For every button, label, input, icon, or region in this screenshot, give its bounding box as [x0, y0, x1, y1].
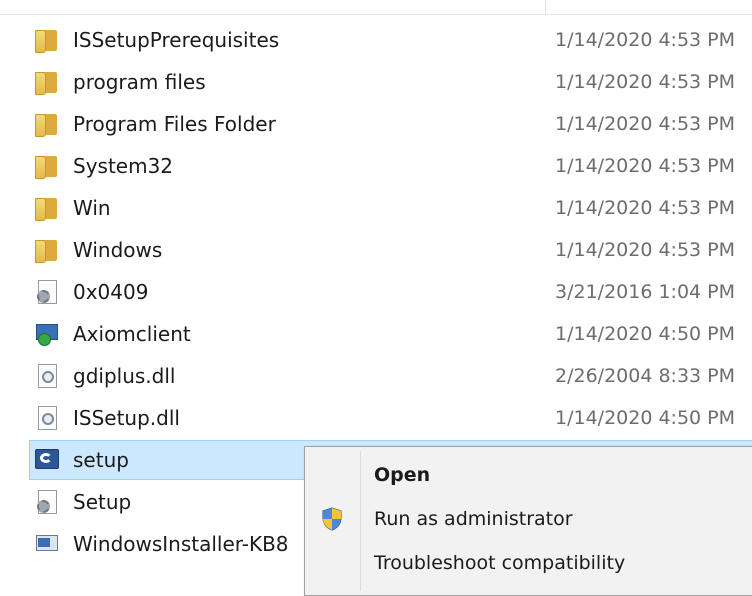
context-menu: Open Run as administrator Troubleshoot c…: [304, 446, 752, 596]
settings-file-icon: [35, 489, 61, 515]
file-date: 1/14/2020 4:53 PM: [555, 29, 736, 51]
file-name: Axiomclient: [73, 322, 191, 346]
menu-item-troubleshoot-compatibility[interactable]: Troubleshoot compatibility: [307, 543, 752, 583]
file-name: System32: [73, 154, 174, 178]
list-item[interactable]: Windows 1/14/2020 4:53 PM: [30, 230, 752, 270]
msu-file-icon: [35, 531, 61, 557]
list-item[interactable]: System32 1/14/2020 4:53 PM: [30, 146, 752, 186]
list-item[interactable]: Program Files Folder 1/14/2020 4:53 PM: [30, 104, 752, 144]
file-name: Program Files Folder: [73, 112, 276, 136]
file-date: 3/21/2016 1:04 PM: [555, 281, 736, 303]
file-name: ISSetup.dll: [73, 406, 180, 430]
folder-icon: [35, 195, 61, 221]
file-name: 0x0409: [73, 280, 149, 304]
column-separator[interactable]: [545, 0, 546, 14]
list-item[interactable]: program files 1/14/2020 4:53 PM: [30, 62, 752, 102]
file-name: Windows: [73, 238, 163, 262]
file-date: 1/14/2020 4:53 PM: [555, 197, 736, 219]
file-date: 1/14/2020 4:50 PM: [555, 407, 736, 429]
file-name: Win: [73, 196, 111, 220]
list-item[interactable]: 0x0409 3/21/2016 1:04 PM: [30, 272, 752, 312]
menu-item-open[interactable]: Open: [307, 455, 752, 495]
file-date: 1/14/2020 4:53 PM: [555, 113, 736, 135]
file-date: 1/14/2020 4:53 PM: [555, 71, 736, 93]
list-item[interactable]: ISSetupPrerequisites 1/14/2020 4:53 PM: [30, 20, 752, 60]
list-item[interactable]: gdiplus.dll 2/26/2004 8:33 PM: [30, 356, 752, 396]
dll-file-icon: [35, 405, 61, 431]
list-item[interactable]: Win 1/14/2020 4:53 PM: [30, 188, 752, 228]
column-header-strip: [0, 0, 752, 15]
folder-icon: [35, 69, 61, 95]
file-name: Setup: [73, 490, 132, 514]
dll-file-icon: [35, 363, 61, 389]
list-item[interactable]: ISSetup.dll 1/14/2020 4:50 PM: [30, 398, 752, 438]
menu-item-run-as-administrator[interactable]: Run as administrator: [307, 499, 752, 539]
file-date: 1/14/2020 4:53 PM: [555, 239, 736, 261]
installer-icon: [35, 321, 61, 347]
file-name: gdiplus.dll: [73, 364, 176, 388]
settings-file-icon: [35, 279, 61, 305]
menu-item-label: Troubleshoot compatibility: [374, 552, 626, 574]
folder-icon: [35, 237, 61, 263]
folder-icon: [35, 27, 61, 53]
file-date: 1/14/2020 4:53 PM: [555, 155, 736, 177]
list-item[interactable]: Axiomclient 1/14/2020 4:50 PM: [30, 314, 752, 354]
file-name: setup: [73, 448, 129, 472]
file-name: ISSetupPrerequisites: [73, 28, 280, 52]
menu-item-label: Open: [374, 464, 431, 486]
file-name: program files: [73, 70, 206, 94]
file-date: 1/14/2020 4:50 PM: [555, 323, 736, 345]
setup-app-icon: [35, 447, 61, 473]
folder-icon: [35, 153, 61, 179]
file-date: 2/26/2004 8:33 PM: [555, 365, 736, 387]
file-name: WindowsInstaller-KB8: [73, 532, 289, 556]
menu-item-label: Run as administrator: [374, 508, 573, 530]
folder-icon: [35, 111, 61, 137]
uac-shield-icon: [322, 507, 342, 531]
